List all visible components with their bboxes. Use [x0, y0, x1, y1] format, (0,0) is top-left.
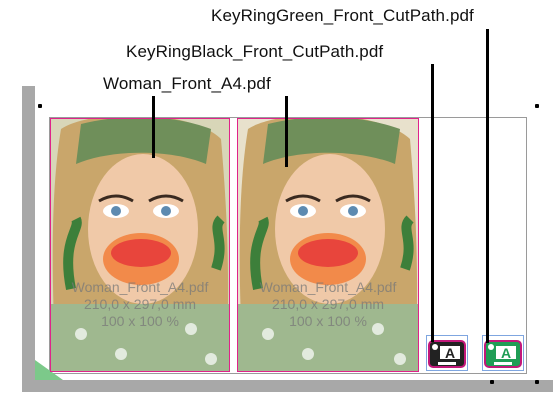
corner-mark-top-right: [535, 104, 539, 108]
callout-keyring-black-label: KeyRingBlack_Front_CutPath.pdf: [126, 42, 384, 61]
woman-tile-2-name: Woman_Front_A4.pdf: [259, 279, 397, 295]
corner-mark-top-left: [38, 104, 42, 108]
leader-line-keyring-black: [431, 64, 434, 342]
woman-tile-1-name: Woman_Front_A4.pdf: [71, 279, 209, 295]
corner-mark-bottom-mid: [490, 380, 494, 384]
woman-tile-2-scale: 100 x 100 %: [289, 313, 367, 329]
woman-tile-2[interactable]: Woman_Front_A4.pdf 210,0 x 297,0 mm 100 …: [237, 118, 419, 372]
woman-tile-2-info: Woman_Front_A4.pdf 210,0 x 297,0 mm 100 …: [238, 279, 418, 330]
leader-line-woman-tile-1: [152, 96, 155, 158]
svg-text:A: A: [445, 345, 455, 361]
woman-tile-1-size: 210,0 x 297,0 mm: [83, 296, 197, 312]
woman-tile-2-size: 210,0 x 297,0 mm: [271, 296, 385, 312]
canvas-shadow-left: [22, 86, 35, 392]
callout-keyring-green-label: KeyRingGreen_Front_CutPath.pdf: [211, 6, 474, 25]
woman-image-2: [238, 119, 418, 371]
woman-tile-1[interactable]: Woman_Front_A4.pdf 210,0 x 297,0 mm 100 …: [50, 118, 230, 372]
corner-mark-bottom-right: [535, 380, 539, 384]
leader-line-keyring-green: [486, 29, 489, 343]
woman-tile-1-info: Woman_Front_A4.pdf 210,0 x 297,0 mm 100 …: [51, 279, 229, 330]
svg-text:A: A: [501, 345, 511, 361]
woman-image-1: [51, 119, 229, 371]
leader-line-woman-tile-2: [285, 96, 288, 167]
callout-woman-label: Woman_Front_A4.pdf: [103, 74, 271, 93]
woman-tile-1-scale: 100 x 100 %: [101, 313, 179, 329]
canvas-shadow-bottom: [22, 380, 553, 392]
